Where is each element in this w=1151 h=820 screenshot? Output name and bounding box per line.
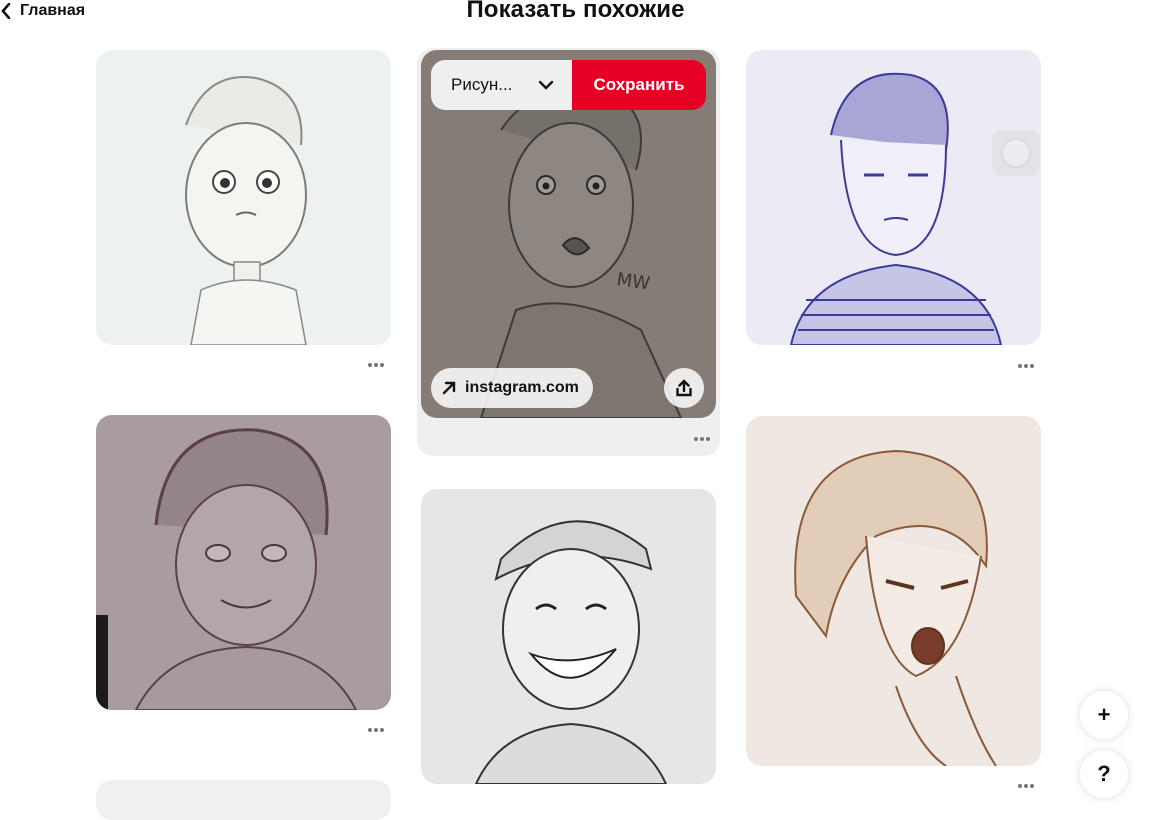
pin-artwork xyxy=(746,50,1041,345)
pin-image[interactable] xyxy=(746,50,1041,345)
pin-image[interactable] xyxy=(746,416,1041,766)
visual-search-button[interactable] xyxy=(992,130,1040,176)
pin-artwork xyxy=(96,780,391,820)
pin-more-options-button[interactable] xyxy=(692,433,712,445)
pin-image[interactable] xyxy=(421,489,716,784)
pin-artwork xyxy=(421,489,716,784)
pin-image[interactable] xyxy=(96,780,391,820)
chevron-down-icon xyxy=(538,80,554,90)
board-select-value: Рисун... xyxy=(451,75,513,94)
arrow-up-right-icon xyxy=(442,381,456,395)
add-button[interactable]: + xyxy=(1080,691,1128,739)
pin-artwork xyxy=(96,50,391,345)
share-icon xyxy=(676,379,692,397)
pin-artwork xyxy=(96,415,391,710)
pin-more-options-button[interactable] xyxy=(366,724,386,736)
source-link-button[interactable]: instagram.com xyxy=(431,368,593,408)
pin-image[interactable] xyxy=(96,415,391,710)
source-domain: instagram.com xyxy=(465,379,579,396)
pin-more-options-button[interactable] xyxy=(366,359,386,371)
share-button[interactable] xyxy=(664,368,704,408)
save-button[interactable]: Сохранить xyxy=(572,60,706,110)
pin-more-options-button[interactable] xyxy=(1016,360,1036,372)
help-button[interactable]: ? xyxy=(1080,750,1128,798)
visual-search-icon xyxy=(1003,140,1029,166)
pin-more-options-button[interactable] xyxy=(1016,780,1036,792)
page-title: Показать похожие xyxy=(466,0,685,23)
board-select-dropdown[interactable]: Рисун... xyxy=(431,60,572,110)
pin-image[interactable] xyxy=(96,50,391,345)
pin-artwork xyxy=(746,416,1041,766)
